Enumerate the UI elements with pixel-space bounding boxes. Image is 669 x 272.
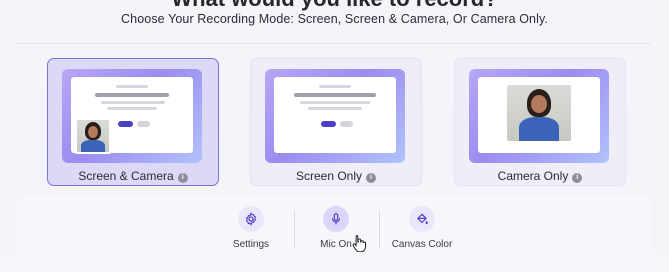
camera-feed	[507, 85, 571, 141]
gear-icon	[238, 206, 264, 232]
mode-label: Screen & Camera i	[48, 169, 218, 183]
info-icon[interactable]: i	[572, 173, 583, 183]
hand-cursor-icon	[352, 234, 366, 257]
header-divider	[18, 43, 651, 44]
info-icon[interactable]: i	[177, 173, 188, 183]
mic-label: Mic On	[320, 239, 352, 250]
mode-label-text: Screen & Camera	[78, 169, 174, 183]
page-title: What would you like to record?	[0, 0, 669, 12]
page-subtitle: Choose Your Recording Mode: Screen, Scre…	[121, 12, 548, 26]
screen-and-camera-preview	[62, 69, 202, 163]
screen-only-preview	[265, 69, 405, 163]
camera-frame	[478, 77, 600, 153]
screen-mockup	[274, 77, 396, 153]
mode-label-text: Camera Only	[497, 169, 569, 183]
microphone-icon	[323, 206, 349, 232]
mode-card-camera-only[interactable]: Camera Only i	[454, 58, 626, 186]
mic-toggle-button[interactable]: Mic On	[291, 206, 381, 250]
mode-card-screen-and-camera[interactable]: Screen & Camera i	[47, 58, 219, 186]
camera-only-preview	[469, 69, 609, 163]
canvas-color-button[interactable]: Canvas Color	[377, 206, 467, 250]
paint-bucket-icon	[409, 206, 435, 232]
canvas-color-label: Canvas Color	[391, 239, 453, 250]
info-icon[interactable]: i	[366, 173, 377, 183]
mode-label: Screen Only i	[251, 169, 421, 183]
webcam-overlay	[75, 118, 111, 154]
settings-label: Settings	[232, 239, 270, 250]
mode-label-text: Screen Only	[295, 169, 363, 183]
mode-card-screen-only[interactable]: Screen Only i	[250, 58, 422, 186]
mode-label: Camera Only i	[455, 169, 625, 183]
settings-button[interactable]: Settings	[206, 206, 296, 250]
